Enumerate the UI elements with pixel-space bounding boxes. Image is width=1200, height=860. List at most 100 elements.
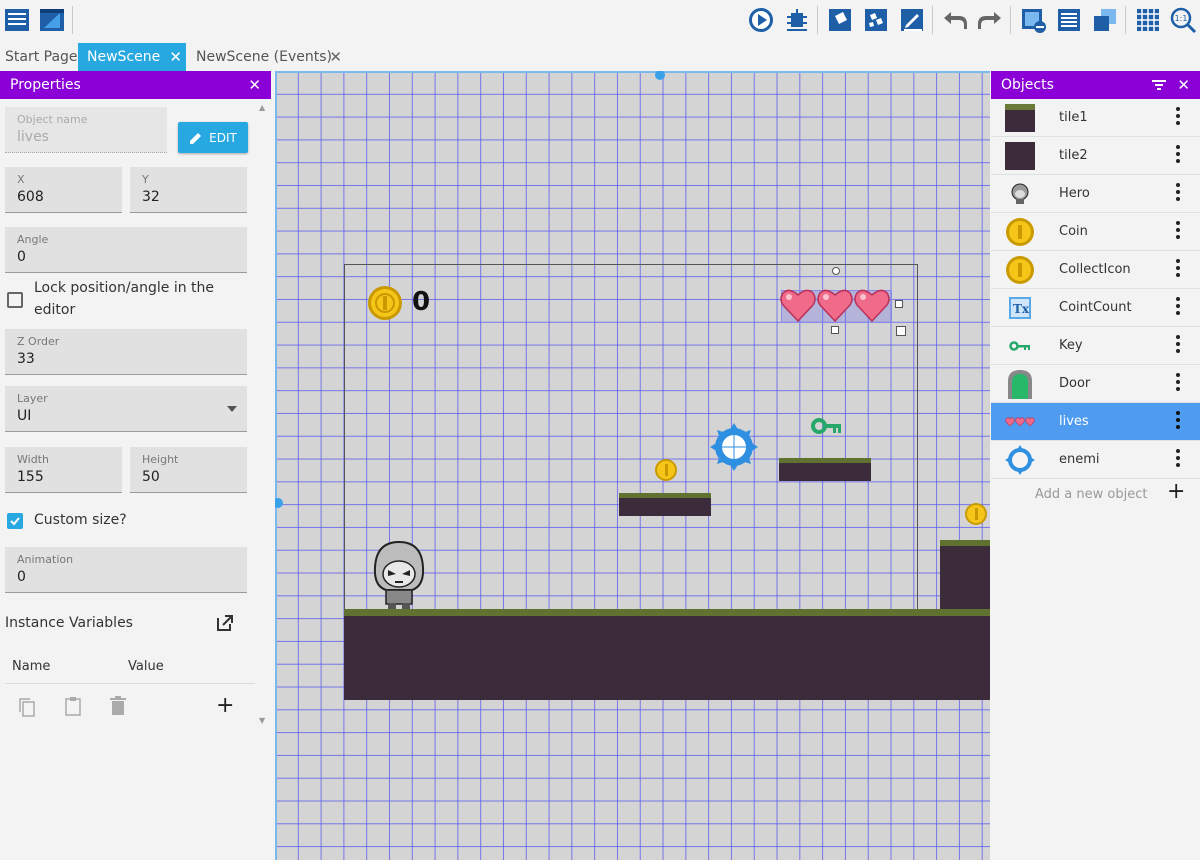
resize-handle[interactable] <box>275 498 283 508</box>
open-external-icon[interactable] <box>215 613 235 637</box>
object-name: tile1 <box>1059 110 1088 125</box>
more-options-icon[interactable] <box>1176 297 1180 318</box>
close-icon[interactable]: ✕ <box>1177 76 1190 94</box>
resize-handle[interactable] <box>831 326 839 334</box>
resize-handle[interactable] <box>655 71 665 80</box>
layers-icon[interactable] <box>1018 5 1048 35</box>
more-options-icon[interactable] <box>1176 411 1180 432</box>
y-field[interactable]: Y 32 <box>130 167 247 213</box>
hero-icon[interactable] <box>372 540 426 610</box>
chevron-down-icon <box>227 406 237 412</box>
grid-icon[interactable] <box>1133 5 1163 35</box>
object-row-hero[interactable]: Hero <box>991 175 1200 213</box>
scroll-up-icon[interactable]: ▲ <box>259 103 265 112</box>
animation-field[interactable]: Animation 0 <box>5 547 247 593</box>
zoom-icon[interactable]: 1:1 <box>1168 5 1198 35</box>
object-row-tile2[interactable]: tile2 <box>991 137 1200 175</box>
objects-editor-icon[interactable] <box>825 5 855 35</box>
coin-icon <box>1005 217 1035 247</box>
toolbar: 1:1 <box>0 0 1200 40</box>
platform[interactable] <box>619 493 711 516</box>
panel-title: Properties <box>10 77 81 93</box>
more-options-icon[interactable] <box>1176 145 1180 166</box>
tab-close-icon[interactable]: ✕ <box>329 48 342 66</box>
coin-count-text[interactable]: 0 <box>412 287 430 317</box>
object-groups-icon[interactable] <box>861 5 891 35</box>
object-name: enemi <box>1059 452 1100 467</box>
coin-icon[interactable] <box>654 458 678 482</box>
more-options-icon[interactable] <box>1176 259 1180 280</box>
svg-text:1:1: 1:1 <box>1175 14 1188 23</box>
object-row-door[interactable]: Door <box>991 365 1200 403</box>
field-value: 0 <box>17 569 26 585</box>
delete-icon[interactable] <box>109 696 127 720</box>
play-icon[interactable] <box>746 5 776 35</box>
filter-icon[interactable] <box>1152 80 1166 90</box>
resize-handle[interactable] <box>896 326 906 336</box>
custom-size-checkbox[interactable] <box>7 513 23 529</box>
tab-close-icon[interactable]: ✕ <box>169 48 182 66</box>
width-field[interactable]: Width 155 <box>5 447 122 493</box>
platform[interactable] <box>779 458 871 481</box>
tab-newscene-events[interactable]: NewScene (Events) ✕ <box>188 43 348 71</box>
field-value: 608 <box>17 189 44 205</box>
scene-icon[interactable] <box>37 5 67 35</box>
hero-icon <box>1005 179 1035 209</box>
object-row-enemi[interactable]: enemi <box>991 441 1200 479</box>
field-value: 0 <box>17 249 26 265</box>
add-variable-button[interactable]: + <box>216 695 234 717</box>
more-options-icon[interactable] <box>1176 449 1180 470</box>
height-field[interactable]: Height 50 <box>130 447 247 493</box>
enemy-sawblade-icon[interactable] <box>710 423 758 471</box>
coin-icon[interactable] <box>367 285 403 321</box>
scene-properties-icon[interactable] <box>897 5 927 35</box>
object-row-lives[interactable]: lives <box>991 403 1200 441</box>
more-options-icon[interactable] <box>1176 335 1180 356</box>
column-header-value: Value <box>128 659 164 674</box>
add-object-button[interactable]: + <box>1167 481 1185 503</box>
object-name: CointCount <box>1059 300 1132 315</box>
scene-canvas[interactable]: 0 <box>275 71 990 860</box>
tile-icon <box>1005 103 1035 133</box>
object-row-coin[interactable]: Coin <box>991 213 1200 251</box>
instances-list-icon[interactable] <box>1054 5 1084 35</box>
layer-select[interactable]: Layer UI <box>5 386 247 432</box>
field-label: Z Order <box>17 335 60 348</box>
hearts-icon[interactable] <box>779 285 895 325</box>
object-row-key[interactable]: Key <box>991 327 1200 365</box>
tab-newscene[interactable]: NewScene ✕ <box>78 43 186 71</box>
z-order-field[interactable]: Z Order 33 <box>5 329 247 375</box>
edit-button[interactable]: EDIT <box>178 122 248 153</box>
lock-position-checkbox[interactable] <box>7 292 23 308</box>
close-icon[interactable]: ✕ <box>248 76 261 94</box>
rotate-handle[interactable] <box>832 267 840 275</box>
instance-variables-label: Instance Variables <box>5 615 133 631</box>
copy-icon[interactable] <box>17 696 37 722</box>
angle-field[interactable]: Angle 0 <box>5 227 247 273</box>
coin-icon[interactable] <box>964 502 988 526</box>
add-new-object-label[interactable]: Add a new object <box>1035 487 1147 502</box>
object-row-cointcount[interactable]: Tx CointCount <box>991 289 1200 327</box>
more-options-icon[interactable] <box>1176 373 1180 394</box>
project-manager-icon[interactable] <box>2 5 32 35</box>
more-options-icon[interactable] <box>1176 107 1180 128</box>
panel-title: Objects <box>1001 77 1054 93</box>
more-options-icon[interactable] <box>1176 221 1180 242</box>
tab-start-page[interactable]: Start Page <box>0 43 78 71</box>
debugger-icon[interactable] <box>782 5 812 35</box>
more-options-icon[interactable] <box>1176 183 1180 204</box>
object-name: tile2 <box>1059 148 1088 163</box>
object-instances-icon[interactable] <box>1090 5 1120 35</box>
redo-icon[interactable] <box>975 5 1005 35</box>
undo-icon[interactable] <box>940 5 970 35</box>
object-row-collecticon[interactable]: CollectIcon <box>991 251 1200 289</box>
object-row-tile1[interactable]: tile1 <box>991 99 1200 137</box>
x-field[interactable]: X 608 <box>5 167 122 213</box>
ground[interactable] <box>344 609 990 700</box>
column-header-name: Name <box>12 659 51 674</box>
paste-icon[interactable] <box>63 695 83 721</box>
scroll-down-icon[interactable]: ▼ <box>259 716 265 725</box>
lock-position-label: Lock position/angle in the editor <box>34 280 215 318</box>
resize-handle[interactable] <box>895 300 903 308</box>
key-icon[interactable] <box>811 416 843 436</box>
